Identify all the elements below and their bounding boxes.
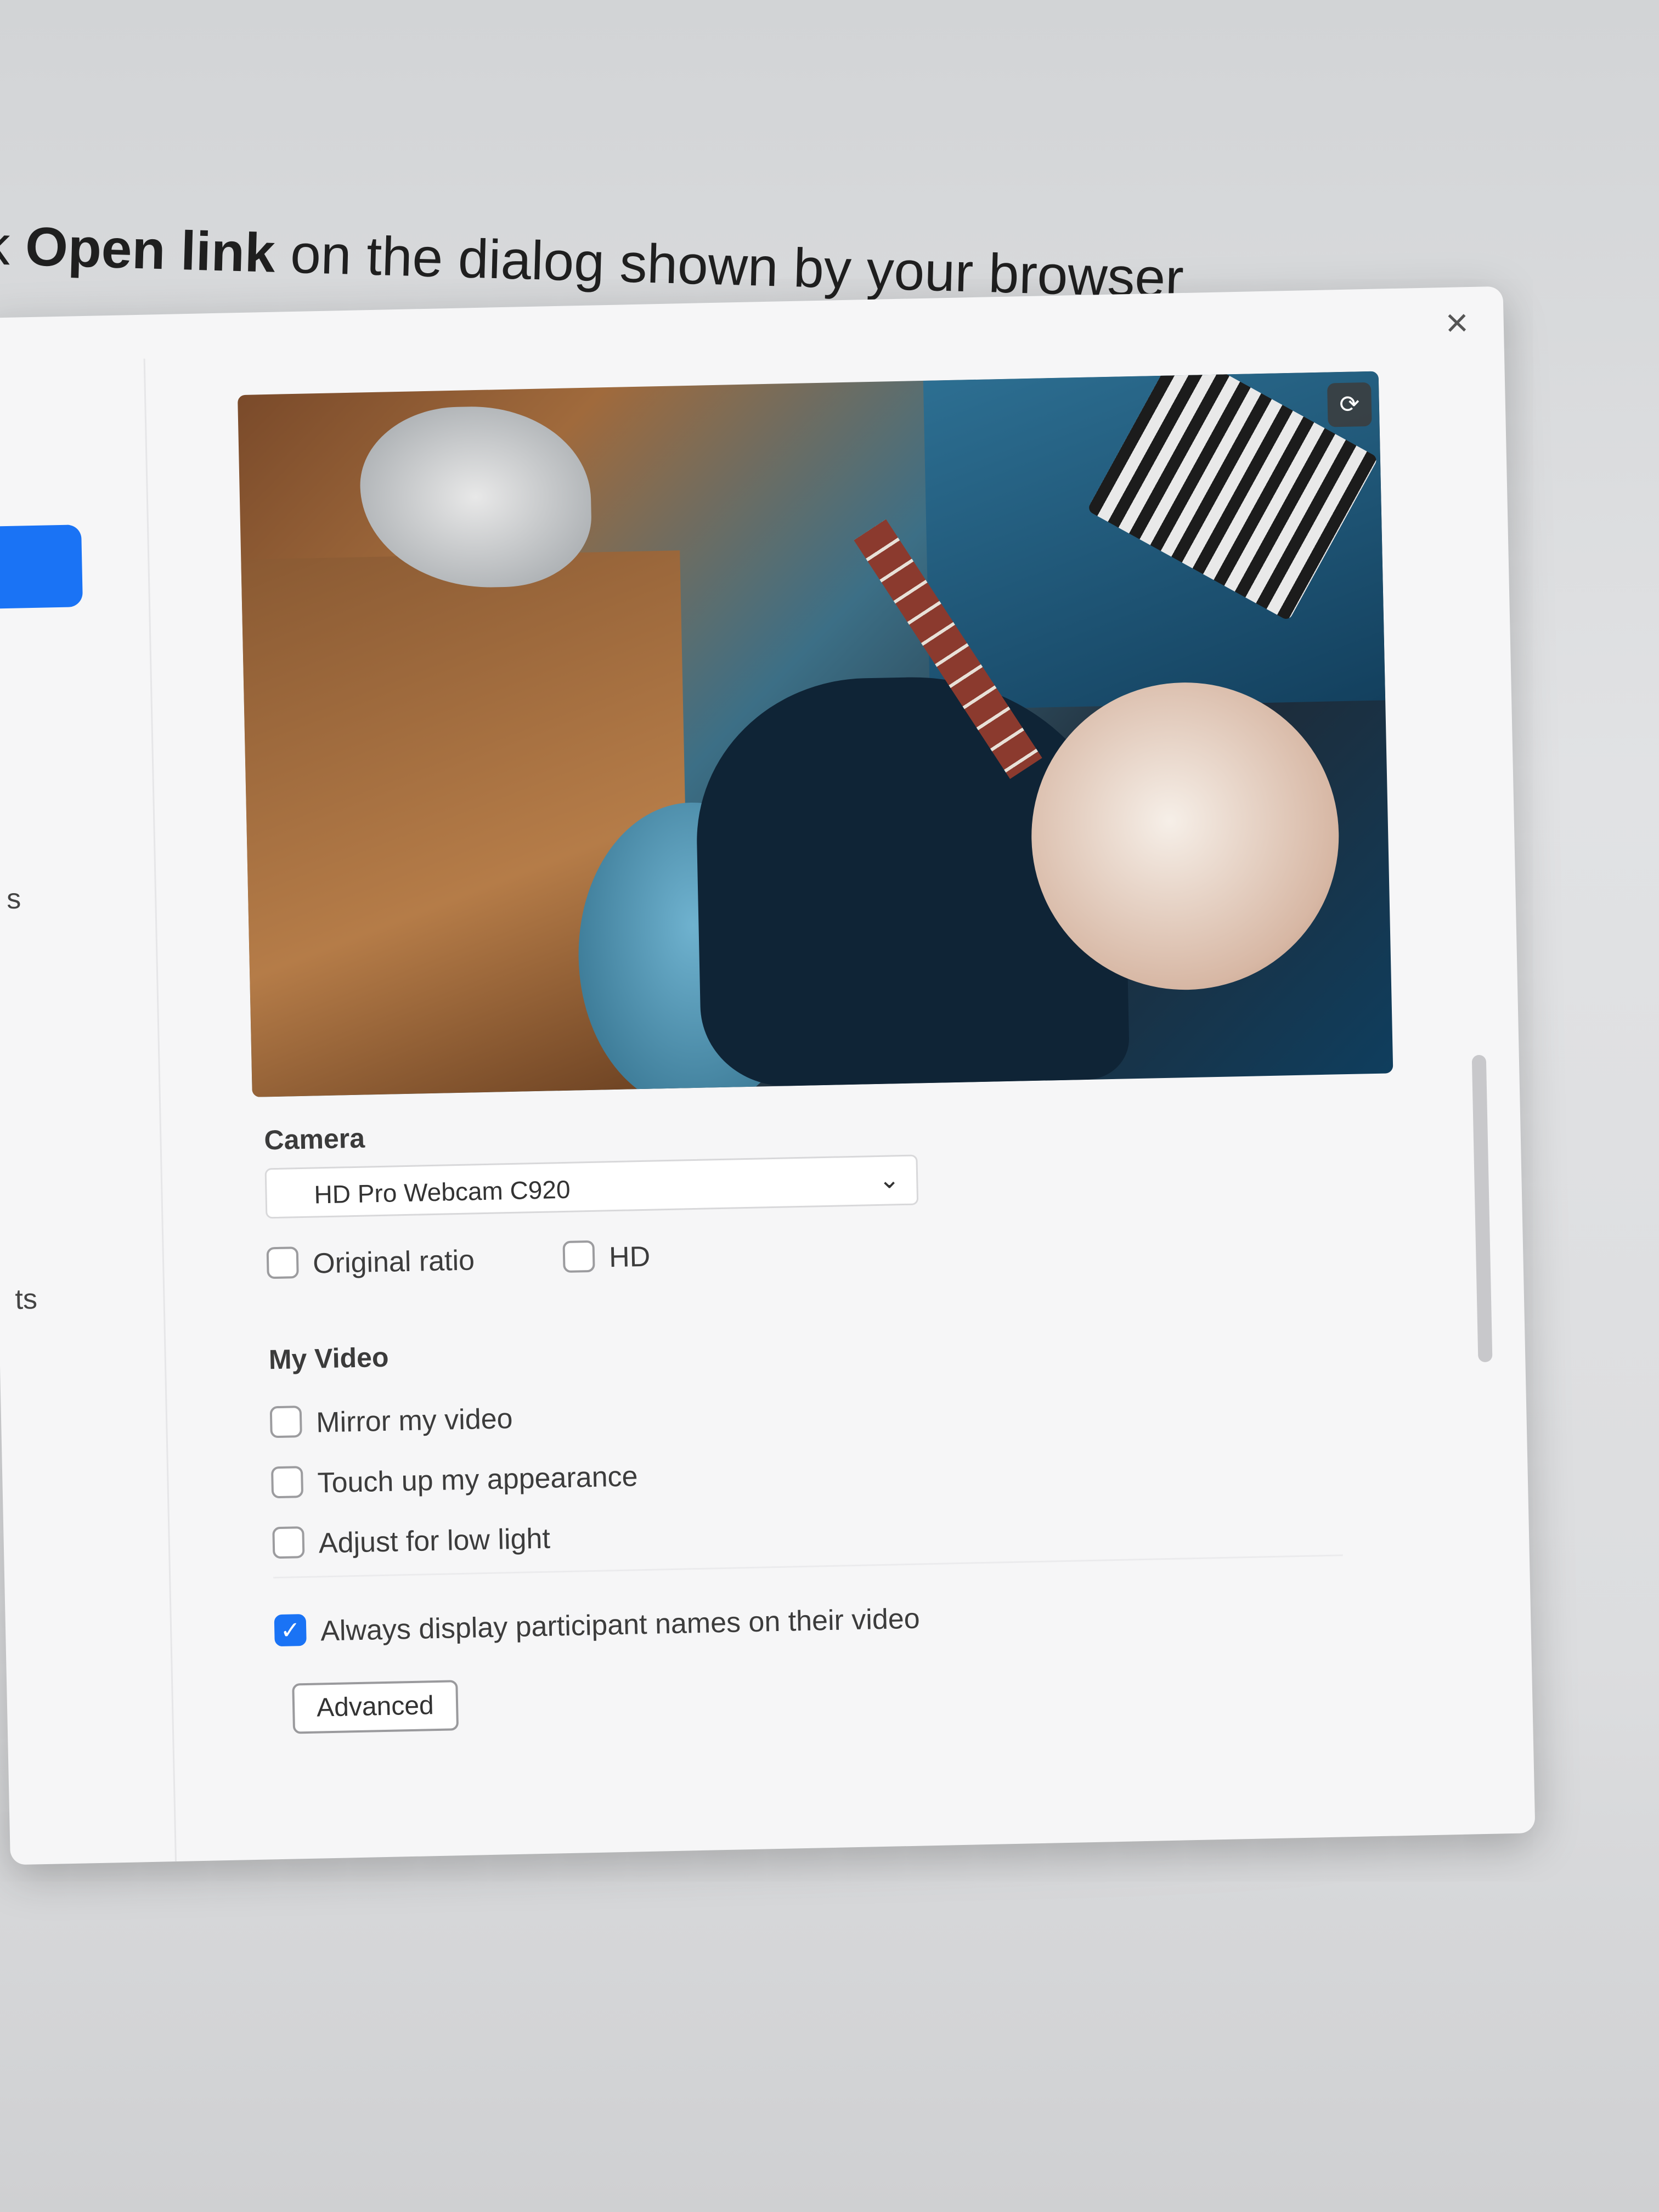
touch-up-option[interactable]: Touch up my appearance xyxy=(270,1460,638,1503)
hd-checkbox[interactable] xyxy=(562,1240,595,1273)
camera-select-value: HD Pro Webcam C920 xyxy=(314,1175,571,1209)
instruction-text: k Open link on the dialog shown by your … xyxy=(0,214,1184,311)
settings-sidebar: s ts xyxy=(0,358,177,1865)
sidebar-item-label-fragment[interactable]: ts xyxy=(15,1283,38,1316)
participant-names-option[interactable]: ✓ Always display participant names on th… xyxy=(274,1603,920,1651)
original-ratio-option[interactable]: Original ratio xyxy=(266,1244,475,1283)
camera-select[interactable]: HD Pro Webcam C920 ⌄ xyxy=(264,1154,919,1219)
close-button[interactable]: × xyxy=(1437,301,1476,345)
camera-switch-button[interactable]: ⟳ xyxy=(1327,382,1372,427)
touch-up-checkbox[interactable] xyxy=(270,1466,304,1499)
camera-label: Camera xyxy=(263,1122,365,1156)
scrollbar[interactable] xyxy=(1471,1054,1493,1363)
mirror-video-label: Mirror my video xyxy=(315,1403,514,1439)
checkmark-icon: ✓ xyxy=(280,1617,301,1644)
settings-window: s ts × ⟳ Camera HD Pro Webcam C920 ⌄ Ori… xyxy=(0,286,1536,1865)
low-light-option[interactable]: Adjust for low light xyxy=(272,1523,550,1563)
camera-switch-icon: ⟳ xyxy=(1339,391,1360,419)
section-divider xyxy=(273,1554,1343,1579)
sidebar-item-selected[interactable] xyxy=(0,524,83,609)
hd-label: HD xyxy=(608,1240,651,1274)
my-video-label: My Video xyxy=(268,1341,390,1375)
close-icon: × xyxy=(1444,301,1469,345)
participant-names-label: Always display participant names on thei… xyxy=(320,1602,921,1647)
low-light-label: Adjust for low light xyxy=(318,1522,551,1560)
participant-names-checkbox[interactable]: ✓ xyxy=(274,1614,307,1647)
sidebar-item-label-fragment[interactable]: s xyxy=(7,883,21,916)
mirror-video-checkbox[interactable] xyxy=(269,1406,302,1438)
low-light-checkbox[interactable] xyxy=(272,1526,305,1559)
original-ratio-checkbox[interactable] xyxy=(266,1246,299,1279)
instruction-prefix: k xyxy=(0,214,11,277)
original-ratio-label: Original ratio xyxy=(312,1244,475,1280)
chevron-down-icon: ⌄ xyxy=(878,1165,900,1194)
camera-preview: ⟳ xyxy=(238,371,1393,1097)
advanced-button[interactable]: Advanced xyxy=(292,1680,459,1734)
hd-option[interactable]: HD xyxy=(562,1239,651,1277)
instruction-bold: Open link xyxy=(24,216,276,284)
touch-up-label: Touch up my appearance xyxy=(317,1460,639,1499)
